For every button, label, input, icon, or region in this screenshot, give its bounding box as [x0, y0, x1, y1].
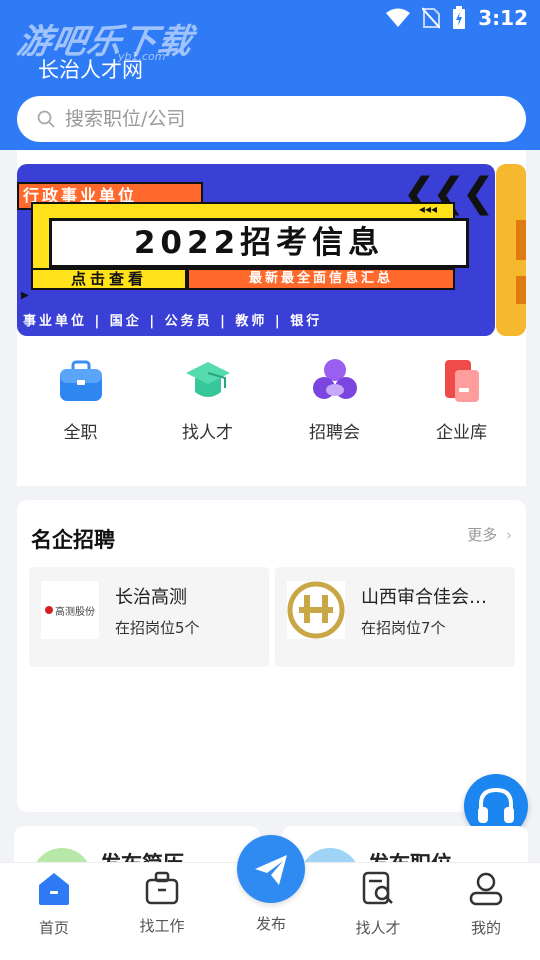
no-sim-icon — [422, 7, 441, 29]
company-item[interactable]: 山西审合佳会… 在招岗位7个 — [275, 567, 515, 667]
send-icon — [255, 855, 287, 885]
company-job-count: 在招岗位5个 — [115, 619, 200, 637]
more-label: 更多 — [467, 526, 498, 544]
banner-title: 2022招考信息 — [49, 218, 469, 268]
site-title: 长治人才网 — [38, 58, 143, 82]
tab-home-label: 首页 — [38, 919, 69, 937]
battery-charging-icon — [453, 6, 466, 29]
quick-item-job-fair[interactable]: 招聘会 — [271, 350, 398, 450]
featured-companies-card: 名企招聘 更多 › 高测股份 长治高测 在招岗位5个 山西审合佳会… 在招岗位7… — [17, 500, 526, 812]
quick-label-company-library: 企业库 — [436, 423, 487, 443]
quick-label-fulltime: 全职 — [63, 423, 98, 443]
status-bar: 3:12 — [0, 0, 540, 36]
job-bag-icon — [145, 871, 179, 905]
tab-find-talent[interactable]: 找人才 — [324, 871, 432, 951]
peek-block — [516, 276, 526, 304]
tab-find-talent-label: 找人才 — [355, 919, 401, 937]
company-card-icon — [439, 358, 485, 404]
banner-subtitle: 最新最全面信息汇总 — [187, 268, 455, 290]
company-job-count: 在招岗位7个 — [361, 619, 446, 637]
company-logo: 高测股份 — [41, 581, 99, 639]
promo-banner[interactable]: 行政事业单位 ❮❮❮ ◂◂◂ 2022招考信息 点击查看 最新最全面信息汇总 ▶… — [17, 164, 495, 336]
tab-profile-label: 我的 — [470, 919, 501, 937]
graduation-cap-icon — [185, 358, 231, 404]
status-time: 3:12 — [478, 6, 528, 30]
quick-label-find-talent: 找人才 — [182, 423, 233, 443]
tab-publish-label: 发布 — [255, 915, 286, 933]
search-icon — [37, 110, 55, 128]
wifi-icon — [386, 8, 411, 27]
tab-profile[interactable]: 我的 — [432, 871, 540, 951]
company-logo-text: 高测股份 — [55, 606, 95, 618]
user-icon — [469, 872, 503, 906]
banner-categories: 事业单位 | 国企 | 公务员 | 教师 | 银行 — [23, 314, 323, 329]
publish-button[interactable] — [237, 835, 305, 903]
company-item[interactable]: 高测股份 长治高测 在招岗位5个 — [29, 567, 269, 667]
banner-marker-icon: ▶ — [21, 290, 29, 301]
quick-item-find-talent[interactable]: 找人才 — [144, 350, 271, 450]
banner-small-chevrons-icon: ◂◂◂ — [418, 202, 437, 216]
search-bar[interactable] — [17, 96, 526, 142]
banner-view-button[interactable]: 点击查看 — [31, 268, 187, 290]
gold-seal-logo-icon — [287, 581, 345, 639]
chevron-right-icon: › — [506, 526, 512, 544]
company-name: 长治高测 — [115, 587, 187, 608]
gaoce-logo-icon — [45, 606, 53, 614]
tab-home[interactable]: 首页 — [0, 871, 108, 951]
more-link[interactable]: 更多 › — [467, 524, 512, 545]
quick-item-fulltime[interactable]: 全职 — [17, 350, 144, 450]
search-input[interactable] — [65, 108, 485, 130]
company-name: 山西审合佳会… — [361, 587, 487, 608]
peek-block — [516, 220, 526, 260]
section-title: 名企招聘 — [31, 528, 115, 552]
quick-nav: 全职 找人才 招聘会 企业库 — [17, 350, 526, 450]
briefcase-icon — [58, 358, 104, 404]
quick-label-job-fair: 招聘会 — [309, 423, 360, 443]
tab-find-job[interactable]: 找工作 — [108, 871, 216, 951]
app-header: 游吧乐下载 yb1.com 3:12 长治人才网 — [0, 0, 540, 150]
banner-title-frame: ◂◂◂ 2022招考信息 — [31, 202, 469, 278]
quick-item-company-library[interactable]: 企业库 — [398, 350, 525, 450]
next-banner-peek[interactable] — [496, 164, 526, 336]
tab-find-job-label: 找工作 — [139, 917, 185, 935]
company-logo — [287, 581, 345, 639]
people-group-icon — [312, 358, 358, 404]
home-icon — [39, 873, 69, 905]
resume-search-icon — [362, 871, 393, 905]
